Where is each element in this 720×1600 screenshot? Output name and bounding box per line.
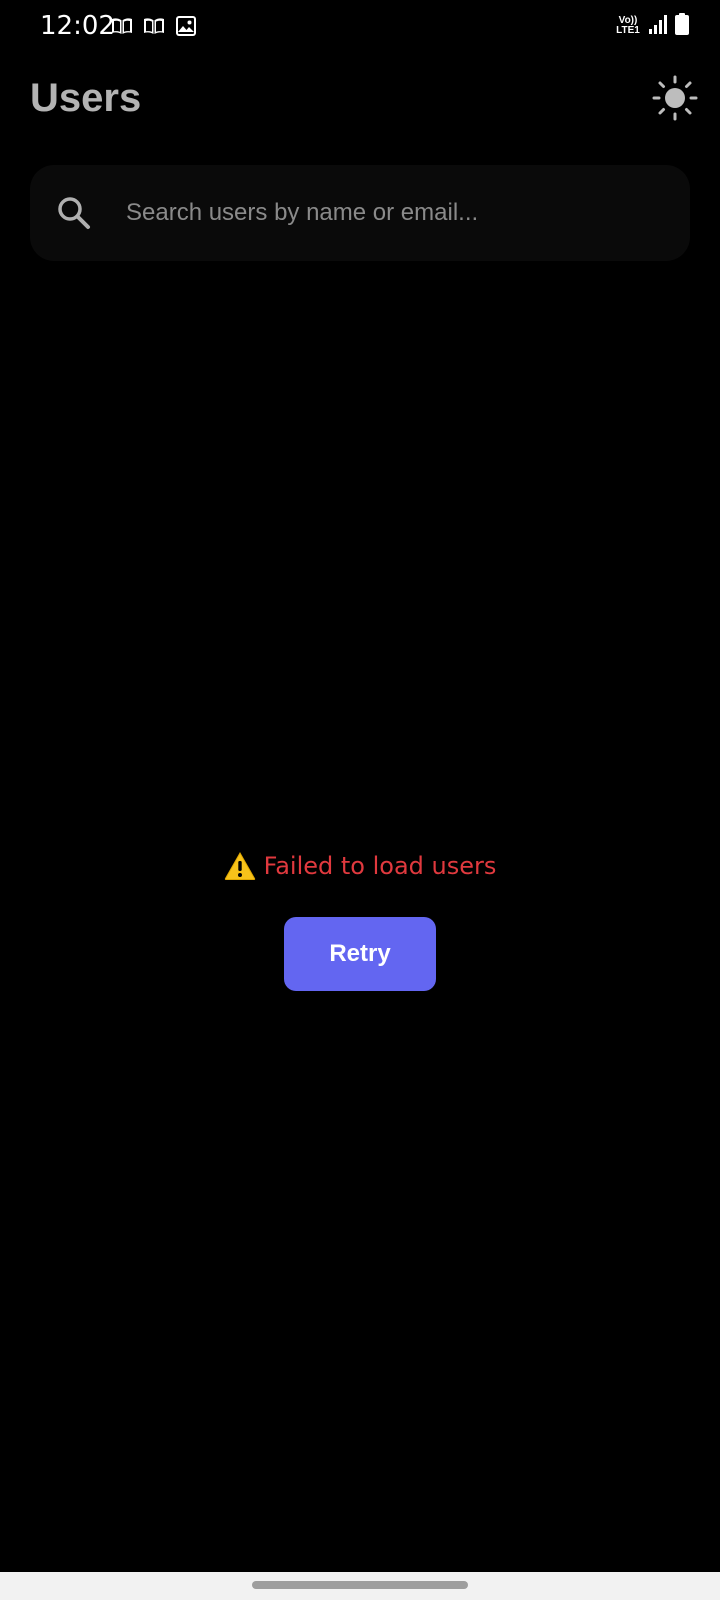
status-bar: 12:02 Vo)) LTE1	[0, 0, 720, 52]
search-bar	[30, 165, 690, 261]
signal-icon	[648, 13, 668, 40]
error-text: Failed to load users	[263, 852, 497, 880]
sun-icon	[652, 75, 698, 121]
warning-icon	[224, 851, 255, 880]
book-icon	[110, 14, 134, 38]
error-message: Failed to load users	[0, 850, 720, 882]
home-indicator[interactable]	[252, 1581, 468, 1589]
battery-icon	[674, 12, 690, 41]
status-time: 12:02	[40, 11, 115, 41]
notification-icons	[110, 14, 198, 38]
navigation-bar	[0, 1572, 720, 1600]
search-icon	[58, 197, 90, 229]
search-input[interactable]	[126, 187, 666, 239]
page-title: Users	[30, 76, 142, 120]
network-type-label: Vo)) LTE1	[616, 15, 640, 36]
book-icon	[142, 14, 166, 38]
theme-toggle-button[interactable]	[652, 75, 698, 121]
screen: 12:02 Vo)) LTE1 Users Search users by na…	[0, 0, 720, 1600]
image-icon	[174, 14, 198, 38]
system-status-icons: Vo)) LTE1	[614, 12, 690, 40]
retry-button[interactable]: Retry	[284, 917, 436, 991]
